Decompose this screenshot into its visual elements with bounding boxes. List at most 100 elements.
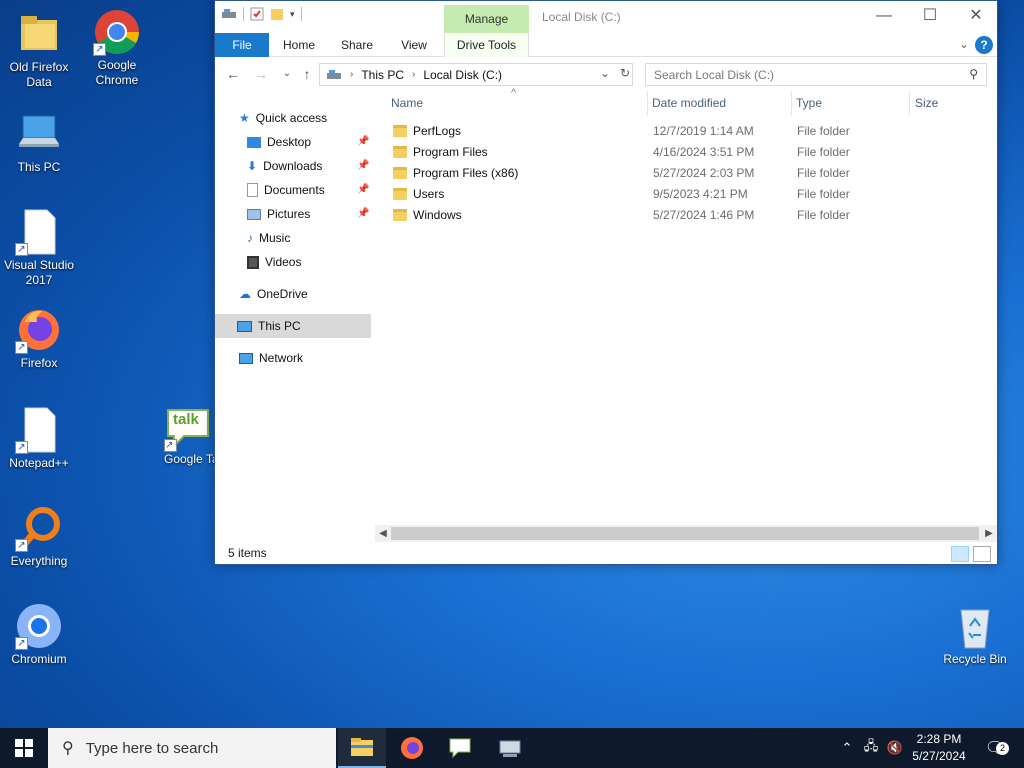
nav-videos[interactable]: Videos [247, 250, 301, 274]
recycle-bin-icon [951, 602, 999, 650]
taskbar-google-talk[interactable] [436, 728, 484, 768]
nav-downloads[interactable]: ⬇ Downloads [247, 154, 322, 178]
network-status-icon[interactable]: 🖧 [860, 728, 882, 768]
volume-muted-icon[interactable]: 🔇 [884, 728, 906, 768]
drive-icon [222, 9, 236, 18]
column-divider[interactable] [909, 91, 910, 115]
desktop-icon-chromium[interactable]: ↗ Chromium [0, 602, 78, 667]
file-type: File folder [797, 124, 850, 138]
taskbar-file-explorer[interactable] [338, 728, 386, 768]
file-explorer-window[interactable]: ▾ Manage Local Disk (C:) — ☐ ✕ File Home… [214, 0, 998, 565]
address-bar[interactable]: › This PC › Local Disk (C:) ⌄ ↻ [319, 63, 633, 86]
address-dropdown-icon[interactable]: ⌄ [600, 66, 610, 80]
title-bar[interactable]: ▾ Manage Local Disk (C:) — ☐ ✕ [215, 1, 997, 33]
nav-documents[interactable]: Documents [247, 178, 325, 202]
desktop-icon-google-chrome[interactable]: ↗ Google Chrome [78, 8, 156, 88]
clock-time: 2:28 PM [916, 732, 962, 746]
desktop-icon-notepad-plus-plus[interactable]: ↗ Notepad++ [0, 406, 78, 471]
desktop-icon-this-pc[interactable]: This PC [0, 110, 78, 175]
start-button[interactable] [0, 728, 48, 768]
tab-drive-tools[interactable]: Drive Tools [444, 33, 529, 57]
tab-home[interactable]: Home [275, 33, 323, 57]
windows-logo-icon [15, 739, 33, 757]
large-icons-view-icon[interactable] [973, 546, 991, 562]
column-header-name[interactable]: Name [391, 91, 647, 115]
search-icon[interactable]: ⚲ [969, 67, 978, 81]
new-folder-icon[interactable] [270, 7, 284, 21]
file-row[interactable]: Windows 5/27/2024 1:46 PM File folder [391, 205, 981, 226]
tab-share[interactable]: Share [333, 33, 381, 57]
column-header-date-modified[interactable]: Date modified [652, 91, 792, 115]
column-divider[interactable] [647, 91, 648, 115]
taskbar: ⚲ Type here to search ⌃ 🖧 🔇 2:28 PM 5/27… [0, 728, 1024, 768]
tab-file[interactable]: File [215, 33, 269, 57]
column-header-type[interactable]: Type [796, 91, 910, 115]
breadcrumb-local-disk[interactable]: Local Disk (C:) [423, 68, 502, 82]
nav-pictures[interactable]: Pictures [247, 202, 310, 226]
desktop-icon-label: Firefox [20, 356, 58, 370]
talk-bubble-text: talk [173, 411, 199, 428]
nav-music[interactable]: ♪ Music [247, 226, 290, 250]
refresh-icon[interactable]: ↻ [620, 66, 630, 80]
recent-locations-chevron-icon[interactable]: ⌄ [277, 64, 297, 84]
file-row[interactable]: PerfLogs 12/7/2019 1:14 AM File folder [391, 121, 981, 142]
desktop-icon-everything[interactable]: ↗ Everything [0, 504, 78, 569]
nav-this-pc[interactable]: This PC [215, 314, 371, 338]
file-date: 9/5/2023 4:21 PM [653, 187, 748, 201]
scroll-right-icon[interactable]: ▶ [981, 525, 997, 542]
nav-onedrive[interactable]: ☁ OneDrive [239, 282, 308, 306]
drive-icon [327, 69, 341, 79]
file-date: 12/7/2019 1:14 AM [653, 124, 754, 138]
manage-contextual-tab[interactable]: Manage [444, 5, 529, 33]
back-arrow-icon[interactable]: ← [223, 64, 243, 84]
pin-icon[interactable]: 📌 [357, 208, 369, 219]
file-type: File folder [797, 166, 850, 180]
breadcrumb-separator-icon[interactable]: › [412, 69, 415, 80]
show-hidden-icons-chevron[interactable]: ⌃ [838, 728, 856, 768]
pin-icon[interactable]: 📌 [357, 184, 369, 195]
download-arrow-icon: ⬇ [247, 159, 258, 173]
desktop-icon-old-firefox-data[interactable]: Old Firefox Data [0, 10, 78, 90]
folder-icon [393, 146, 407, 158]
nav-label: Pictures [267, 207, 311, 221]
breadcrumb-separator-icon[interactable]: › [350, 69, 353, 80]
breadcrumb-this-pc[interactable]: This PC [361, 68, 404, 82]
scroll-left-icon[interactable]: ◀ [375, 525, 391, 542]
action-center-icon[interactable]: 🗨 2 [978, 728, 1012, 768]
nav-label: Network [259, 351, 304, 365]
desktop-icon-recycle-bin[interactable]: Recycle Bin [936, 602, 1014, 667]
taskbar-clock[interactable]: 2:28 PM 5/27/2024 [906, 731, 972, 765]
help-icon[interactable]: ? [975, 36, 993, 54]
taskbar-network-drive[interactable] [486, 728, 534, 768]
nav-desktop[interactable]: Desktop [247, 130, 311, 154]
minimize-button[interactable]: — [861, 1, 907, 31]
details-view-icon[interactable] [951, 546, 969, 562]
maximize-button[interactable]: ☐ [907, 1, 953, 31]
pin-icon[interactable]: 📌 [357, 160, 369, 171]
column-divider[interactable] [791, 91, 792, 115]
expand-ribbon-icon[interactable]: ⌄ [959, 37, 969, 51]
pin-icon[interactable]: 📌 [357, 136, 369, 147]
taskbar-firefox[interactable] [388, 728, 436, 768]
properties-icon[interactable] [250, 7, 264, 21]
file-row[interactable]: Program Files 4/16/2024 3:51 PM File fol… [391, 142, 981, 163]
tab-view[interactable]: View [391, 33, 437, 57]
desktop-icon-label: Recycle Bin [943, 652, 1007, 666]
customize-toolbar-icon[interactable]: ▾ [290, 9, 295, 20]
column-header-size[interactable]: Size [915, 91, 985, 115]
up-arrow-icon[interactable]: ↑ [297, 64, 317, 84]
close-button[interactable]: ✕ [953, 1, 999, 31]
scrollbar-thumb[interactable] [391, 527, 979, 540]
nav-network[interactable]: Network [239, 346, 303, 370]
search-input[interactable]: Search Local Disk (C:) ⚲ [645, 63, 987, 86]
nav-quick-access[interactable]: ★ Quick access [239, 106, 327, 130]
desktop-icon-firefox[interactable]: ↗ Firefox [0, 306, 78, 371]
horizontal-scrollbar[interactable]: ◀ ▶ [375, 525, 997, 542]
desktop-icon-google-talk[interactable]: talk ↗ Google Ta [152, 404, 214, 467]
taskbar-search-box[interactable]: ⚲ Type here to search [48, 728, 336, 768]
file-row[interactable]: Program Files (x86) 5/27/2024 2:03 PM Fi… [391, 163, 981, 184]
file-row[interactable]: Users 9/5/2023 4:21 PM File folder [391, 184, 981, 205]
desktop-icon-visual-studio[interactable]: ↗ Visual Studio 2017 [0, 208, 78, 288]
forward-arrow-icon[interactable]: → [251, 64, 271, 84]
talk-icon: talk ↗ [164, 404, 212, 452]
